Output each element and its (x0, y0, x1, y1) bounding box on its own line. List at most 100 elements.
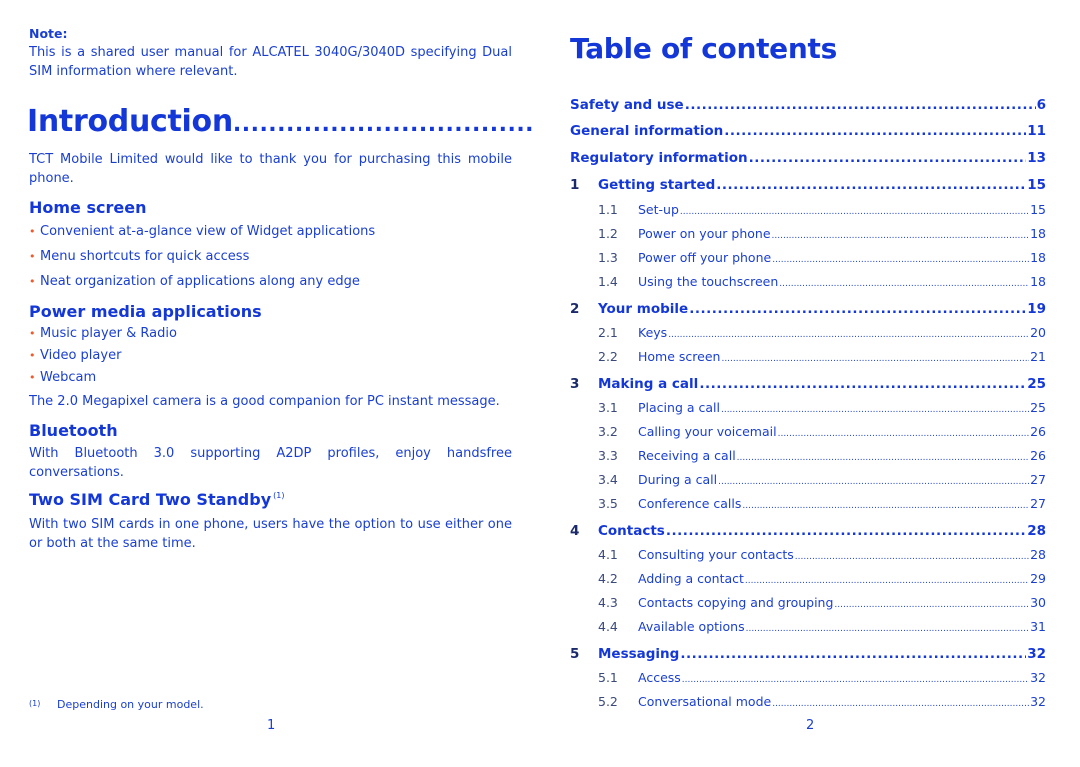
toc-entry[interactable]: 4.4 Available options 31 (598, 619, 1046, 639)
toc-entry-number: 2 (570, 301, 580, 317)
note-label: Note: (29, 26, 68, 41)
toc-entry-label: Home screen (638, 349, 721, 364)
toc-entry[interactable]: 2.2 Home screen 21 (598, 349, 1046, 369)
toc-entry-number: 2.2 (598, 349, 618, 364)
toc-entry-number: 4.1 (598, 547, 618, 562)
toc-leader-dots (721, 349, 1029, 364)
toc-entry-page: 27 (1030, 472, 1046, 487)
toc-entry[interactable]: 5.1 Access 32 (598, 670, 1046, 690)
toc-entry-number: 3.3 (598, 448, 618, 463)
camera-text: The 2.0 Megapixel camera is a good compa… (29, 394, 500, 409)
bullet-text: Menu shortcuts for quick access (40, 249, 250, 264)
bullet-icon: • (29, 225, 36, 238)
toc-leader-dots (772, 694, 1029, 709)
toc-entry[interactable]: 3.1 Placing a call 25 (598, 400, 1046, 420)
toc-entry-label: Power off your phone (638, 250, 772, 265)
introduction-title: Introduction (27, 104, 233, 139)
toc-entry-label: Consulting your contacts (638, 547, 794, 562)
toc-leader-dots (742, 496, 1029, 511)
toc-entry-page: 28 (1027, 523, 1046, 539)
bullet-text: Convenient at-a-glance view of Widget ap… (40, 224, 376, 239)
toc-entry-page: 32 (1030, 670, 1046, 685)
toc-leader-dots (668, 325, 1029, 340)
toc-entry-number: 3.5 (598, 496, 618, 511)
bullet-text: Video player (40, 348, 122, 363)
toc-leader-dots (795, 547, 1029, 562)
toc-entry-label: Receiving a call (638, 448, 736, 463)
toc-entry[interactable]: General information 11 (570, 123, 1046, 143)
toc-leader-dots (716, 177, 1026, 193)
toc-entry-page: 13 (1027, 150, 1046, 166)
toc-entry[interactable]: 4.1 Consulting your contacts 28 (598, 547, 1046, 567)
section-heading-home-screen: Home screen (29, 198, 147, 217)
toc-entry[interactable]: 4 Contacts 28 (570, 523, 1046, 543)
toc-entry-number: 3.2 (598, 424, 618, 439)
bullet-item: • Video player (29, 348, 121, 363)
bullet-item: • Convenient at-a-glance view of Widget a… (29, 224, 375, 239)
toc-leader-dots (689, 301, 1026, 317)
bullet-item: • Neat organization of applications along… (29, 274, 360, 289)
toc-leader-dots (772, 250, 1029, 265)
toc-entry[interactable]: 3.5 Conference calls 27 (598, 496, 1046, 516)
toc-entry[interactable]: 5.2 Conversational mode 32 (598, 694, 1046, 714)
toc-entry[interactable]: Regulatory information 13 (570, 150, 1046, 170)
toc-entry-label: Conference calls (638, 496, 742, 511)
toc-entry[interactable]: 3.3 Receiving a call 26 (598, 448, 1046, 468)
toc-leader-dots (779, 274, 1029, 289)
toc-entry[interactable]: 4.3 Contacts copying and grouping 30 (598, 595, 1046, 615)
toc-leader-dots (721, 400, 1029, 415)
toc-entry-label: Contacts copying and grouping (638, 595, 834, 610)
left-page: Note: This is a shared user manual for A… (0, 0, 540, 767)
toc-entry-number: 1.2 (598, 226, 618, 241)
toc-entry[interactable]: 4.2 Adding a contact 29 (598, 571, 1046, 591)
toc-entry[interactable]: 3.4 During a call 27 (598, 472, 1046, 492)
toc-entry-page: 15 (1027, 177, 1046, 193)
toc-entry[interactable]: 1.4 Using the touchscreen 18 (598, 274, 1046, 294)
toc-title: Table of contents (570, 32, 837, 65)
toc-entry-number: 2.1 (598, 325, 618, 340)
toc-entry-number: 3.4 (598, 472, 618, 487)
toc-entry[interactable]: 1 Getting started 15 (570, 177, 1046, 197)
toc-leader-dots (834, 595, 1029, 610)
toc-entry[interactable]: 1.2 Power on your phone 18 (598, 226, 1046, 246)
toc-entry-page: 29 (1030, 571, 1046, 586)
toc-entry-label: Making a call (598, 376, 699, 392)
toc-entry[interactable]: 5 Messaging 32 (570, 646, 1046, 666)
toc-entry[interactable]: 1.3 Power off your phone 18 (598, 250, 1046, 270)
toc-entry-label: Using the touchscreen (638, 274, 779, 289)
toc-leader-dots (680, 646, 1026, 662)
toc-leader-dots (718, 472, 1029, 487)
introduction-leader-dots: .................................. (232, 112, 535, 137)
toc-leader-dots (772, 226, 1030, 241)
bullet-icon: • (29, 349, 36, 362)
toc-entry-label: Adding a contact (638, 571, 744, 586)
toc-entry-number: 4 (570, 523, 580, 539)
toc-entry-number: 3 (570, 376, 580, 392)
toc-entry-number: 4.2 (598, 571, 618, 586)
footnote: (1) Depending on your model. (29, 698, 204, 711)
toc-leader-dots (746, 619, 1030, 634)
toc-entry[interactable]: 3.2 Calling your voicemail 26 (598, 424, 1046, 444)
bullet-item: • Menu shortcuts for quick access (29, 249, 249, 264)
bullet-item: • Webcam (29, 370, 96, 385)
toc-entry-page: 27 (1030, 496, 1046, 511)
toc-entry-number: 1 (570, 177, 580, 193)
toc-entry-label: Calling your voicemail (638, 424, 777, 439)
toc-entry-page: 20 (1030, 325, 1046, 340)
toc-entry-page: 21 (1030, 349, 1046, 364)
toc-entry[interactable]: 2.1 Keys 20 (598, 325, 1046, 345)
toc-entry-label: Power on your phone (638, 226, 771, 241)
toc-entry[interactable]: 2 Your mobile 19 (570, 301, 1046, 321)
toc-entry-label: Your mobile (598, 301, 689, 317)
bullet-icon: • (29, 275, 36, 288)
toc-entry-label: Available options (638, 619, 745, 634)
toc-entry-page: 32 (1030, 694, 1046, 709)
bullet-icon: • (29, 250, 36, 263)
toc-entry[interactable]: 3 Making a call 25 (570, 376, 1046, 396)
toc-entry-page: 31 (1030, 619, 1046, 634)
toc-leader-dots (699, 376, 1026, 392)
toc-leader-dots (685, 97, 1036, 113)
toc-leader-dots (749, 150, 1027, 166)
toc-entry[interactable]: Safety and use 6 (570, 97, 1046, 117)
toc-entry[interactable]: 1.1 Set-up 15 (598, 202, 1046, 222)
